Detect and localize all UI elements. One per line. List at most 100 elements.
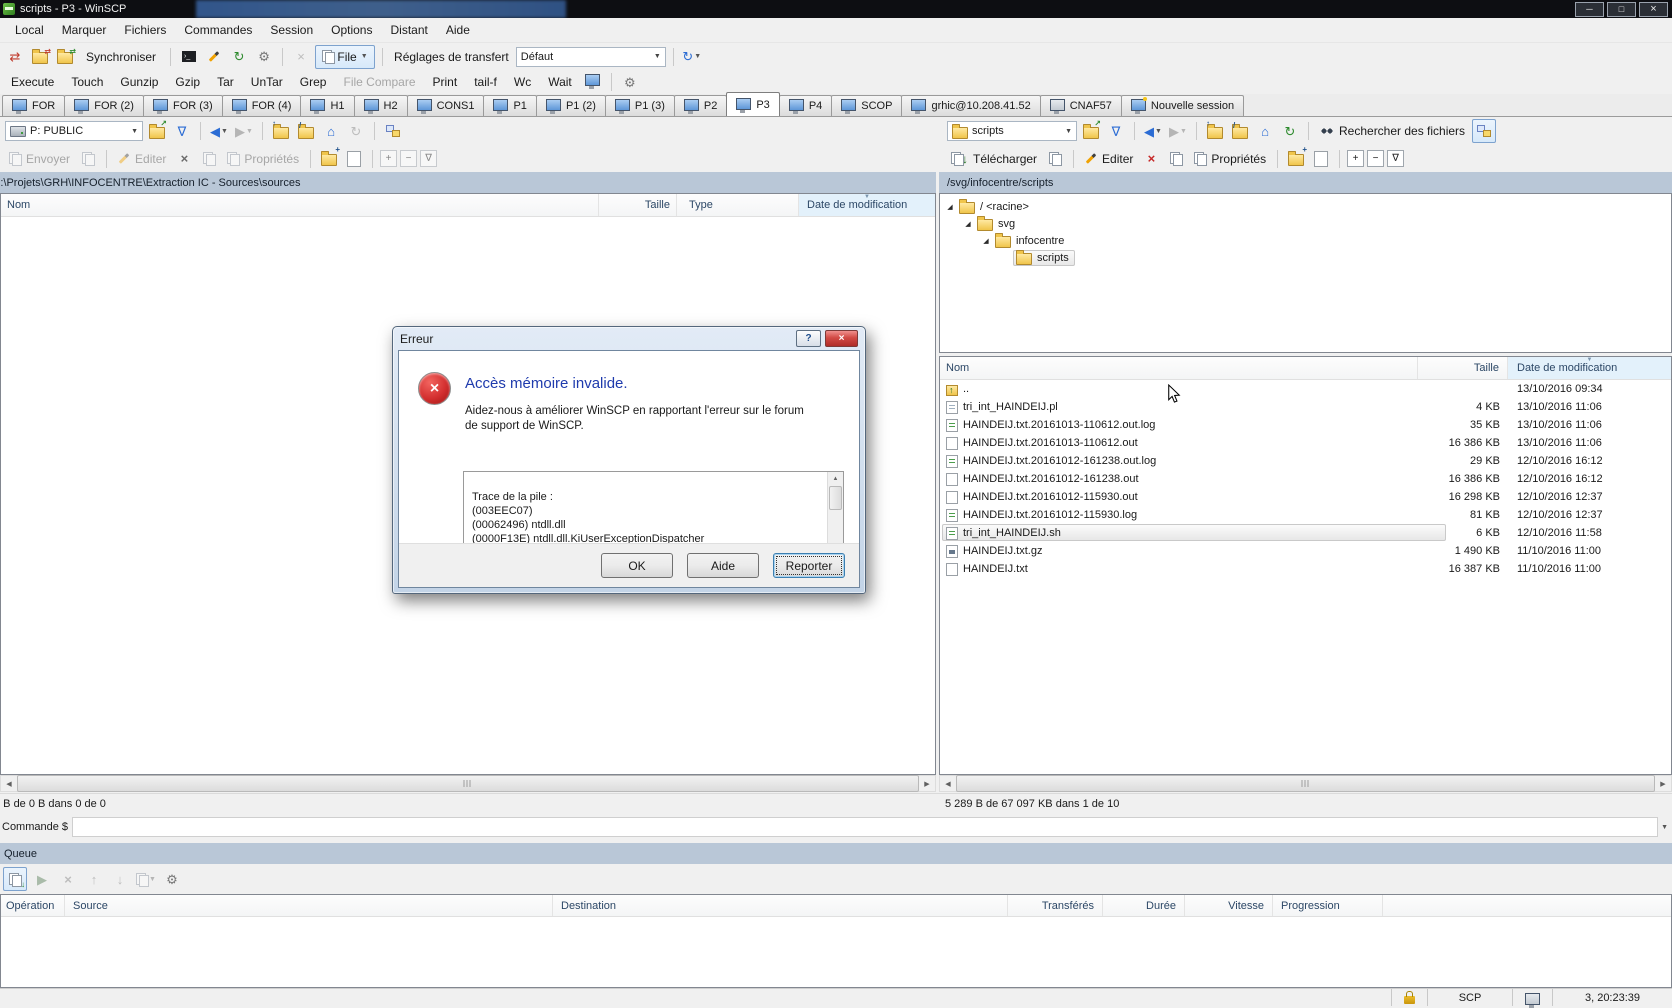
- menu-aide[interactable]: Aide: [437, 20, 479, 40]
- cmd-gzip[interactable]: Gzip: [168, 72, 207, 92]
- cmd-gunzip[interactable]: Gunzip: [113, 72, 165, 92]
- custom-command-icon[interactable]: [203, 46, 225, 68]
- file-row[interactable]: tri_int_HAINDEIJ.pl 4 KB13/10/2016 11:06: [940, 398, 1671, 416]
- column-size[interactable]: Taille: [1418, 357, 1508, 379]
- download-button[interactable]: ↓ Télécharger: [947, 148, 1041, 170]
- root-directory-icon[interactable]: /: [1229, 120, 1251, 142]
- scrollbar-thumb[interactable]: [829, 486, 842, 510]
- scroll-left-icon[interactable]: ◀: [1, 776, 17, 791]
- queue-toggle-icon[interactable]: ↓: [3, 867, 27, 891]
- synchronize-icon[interactable]: ⇄: [54, 46, 76, 68]
- scroll-right-icon[interactable]: ▶: [1655, 776, 1671, 791]
- tab-for-2[interactable]: FOR (2): [64, 95, 144, 116]
- cmd-wait[interactable]: Wait: [541, 72, 579, 92]
- file-row[interactable]: HAINDEIJ.txt.20161013-110612.out 16 386 …: [940, 434, 1671, 452]
- back-icon[interactable]: ◀▼: [208, 120, 230, 142]
- file-row-selected[interactable]: tri_int_HAINDEIJ.sh 6 KB12/10/2016 11:58: [940, 524, 1671, 542]
- menu-distant[interactable]: Distant: [381, 20, 436, 40]
- remote-folder-select[interactable]: scripts ▼: [947, 121, 1077, 141]
- queue-preferences-icon[interactable]: ⚙: [161, 868, 183, 890]
- find-files-button[interactable]: Rechercher des fichiers: [1316, 120, 1469, 142]
- edit-button[interactable]: Editer: [1081, 148, 1137, 170]
- menu-session[interactable]: Session: [261, 20, 322, 40]
- tab-p3-active[interactable]: P3: [726, 92, 779, 116]
- tab-for[interactable]: FOR: [2, 95, 65, 116]
- cmd-grep[interactable]: Grep: [293, 72, 334, 92]
- column-destination[interactable]: Destination: [553, 895, 1008, 916]
- dialog-help-icon[interactable]: ?: [796, 330, 821, 347]
- rename-icon[interactable]: [1165, 148, 1187, 170]
- new-file-icon[interactable]: [343, 148, 365, 170]
- file-row[interactable]: HAINDEIJ.txt.gz 1 490 KB11/10/2016 11:00: [940, 542, 1671, 560]
- synchronize-browsing-icon[interactable]: [1472, 119, 1496, 143]
- console-icon[interactable]: ›_: [178, 46, 200, 68]
- new-file-icon[interactable]: [1310, 148, 1332, 170]
- filter-icon[interactable]: ∇: [171, 120, 193, 142]
- collapse-icon[interactable]: ◢: [982, 237, 990, 245]
- menu-fichiers[interactable]: Fichiers: [115, 20, 175, 40]
- tab-h2[interactable]: H2: [354, 95, 408, 116]
- cmd-print[interactable]: Print: [426, 72, 465, 92]
- remote-directory-tree[interactable]: ◢ / <racine> ◢ svg ◢ infocentre scripts: [939, 193, 1672, 353]
- tree-node-svg[interactable]: ◢ svg: [946, 215, 1671, 232]
- chevron-down-icon[interactable]: ▼: [1661, 824, 1668, 831]
- menu-options[interactable]: Options: [322, 20, 381, 40]
- right-path-bar[interactable]: /svg/infocentre/scripts: [939, 172, 1672, 193]
- file-row[interactable]: HAINDEIJ.txt.20161013-110612.out.log 35 …: [940, 416, 1671, 434]
- root-directory-icon[interactable]: /: [295, 120, 317, 142]
- file-row[interactable]: HAINDEIJ.txt.20161012-161238.out 16 386 …: [940, 470, 1671, 488]
- open-directory-icon[interactable]: ↗: [146, 120, 168, 142]
- remote-file-list[interactable]: Nom Taille ▼ Date de modification .. 13/…: [939, 356, 1672, 775]
- new-folder-icon[interactable]: +: [318, 148, 340, 170]
- tab-new-session[interactable]: Nouvelle session: [1121, 95, 1244, 116]
- scrollbar-thumb[interactable]: [956, 775, 1655, 792]
- parent-directory-icon[interactable]: ↑: [270, 120, 292, 142]
- cmd-execute[interactable]: Execute: [4, 72, 61, 92]
- transfer-profile-select[interactable]: Défaut ▼: [516, 47, 666, 67]
- select-filter-icon[interactable]: ∇: [1387, 150, 1404, 167]
- tab-cons1[interactable]: CONS1: [407, 95, 485, 116]
- tab-p1-2[interactable]: P1 (2): [536, 95, 606, 116]
- cmd-wc[interactable]: Wc: [507, 72, 538, 92]
- collapse-icon[interactable]: ◢: [964, 220, 972, 228]
- maximize-button[interactable]: [1607, 2, 1636, 17]
- tab-cnaf57[interactable]: CNAF57: [1040, 95, 1122, 116]
- queue-list[interactable]: Opération Source Destination Transférés …: [0, 894, 1672, 988]
- file-row[interactable]: HAINDEIJ.txt 16 387 KB11/10/2016 11:00: [940, 560, 1671, 578]
- parent-directory-icon[interactable]: ↑: [1204, 120, 1226, 142]
- command-input[interactable]: [72, 817, 1658, 837]
- column-name[interactable]: Nom: [940, 357, 1418, 379]
- delete-icon[interactable]: ×: [1140, 148, 1162, 170]
- cmd-tailf[interactable]: tail-f: [467, 72, 504, 92]
- column-operation[interactable]: Opération: [1, 895, 65, 916]
- scroll-left-icon[interactable]: ◀: [940, 776, 956, 791]
- terminal-icon[interactable]: [582, 71, 604, 93]
- tab-for-3[interactable]: FOR (3): [143, 95, 223, 116]
- tree-node-scripts-selected[interactable]: scripts: [946, 249, 1671, 266]
- cmd-tar[interactable]: Tar: [210, 72, 241, 92]
- ok-button[interactable]: OK: [601, 553, 673, 578]
- tab-grhic[interactable]: grhic@10.208.41.52: [901, 95, 1040, 116]
- column-type[interactable]: Type: [677, 194, 799, 216]
- menu-marquer[interactable]: Marquer: [53, 20, 116, 40]
- synchronize-button[interactable]: Synchroniser: [79, 47, 163, 67]
- column-date-sorted[interactable]: ▼ Date de modification: [1508, 357, 1671, 379]
- column-name[interactable]: Nom: [1, 194, 599, 216]
- select-plus-icon[interactable]: +: [1347, 150, 1364, 167]
- customize-gear-icon[interactable]: ⚙: [619, 71, 641, 93]
- file-menu-button[interactable]: File ▼: [315, 45, 375, 69]
- column-speed[interactable]: Vitesse: [1185, 895, 1273, 916]
- drive-select[interactable]: P: PUBLIC ▼: [5, 121, 143, 141]
- file-row[interactable]: HAINDEIJ.txt.20161012-115930.out 16 298 …: [940, 488, 1671, 506]
- swap-panels-icon[interactable]: ⇄: [4, 46, 26, 68]
- left-path-bar[interactable]: P:\Projets\GRH\INFOCENTRE\Extraction IC …: [0, 172, 936, 193]
- properties-button[interactable]: Propriétés: [1190, 148, 1270, 170]
- back-icon[interactable]: ◀▼: [1142, 120, 1164, 142]
- left-horizontal-scrollbar[interactable]: ◀ ▶: [0, 775, 936, 792]
- filter-icon[interactable]: ∇: [1105, 120, 1127, 142]
- preferences-gear-icon[interactable]: ⚙: [253, 46, 275, 68]
- tab-scop[interactable]: SCOP: [831, 95, 902, 116]
- report-button[interactable]: Reporter: [773, 553, 845, 578]
- refresh-session-icon[interactable]: ↻: [228, 46, 250, 68]
- tab-p4[interactable]: P4: [779, 95, 832, 116]
